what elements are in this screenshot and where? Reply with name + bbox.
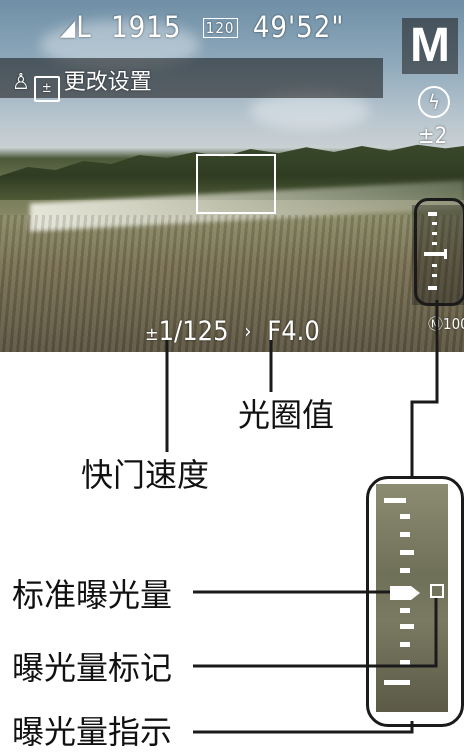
shutter-change-icon: ± <box>145 324 159 345</box>
movie-quality-icon: 120 <box>202 18 238 38</box>
af-frame <box>196 154 276 214</box>
shutter-speed-value: 1/125 <box>158 316 229 347</box>
arrow-icon: › <box>244 319 252 343</box>
flash-off-icon: ϟ <box>418 86 450 118</box>
camera-screen: ◢L 1915 120 49'52" ♙ ± 更改设置 M ϟ ±2 ±1/125 … <box>0 0 464 352</box>
camera-mode-icon: ♙ <box>12 70 30 95</box>
shots-remaining: 1915 <box>111 10 182 44</box>
shutter-speed-label: 快门速度 <box>81 456 210 494</box>
meter-enlargement-outline <box>366 476 464 727</box>
exposure-mark-label: 曝光量标记 <box>12 649 173 687</box>
aperture-value: F4.0 <box>267 316 320 347</box>
change-settings-label: 更改设置 <box>63 70 152 95</box>
exposure-indicator-label: 曝光量指示 <box>12 713 173 751</box>
shooting-mode-badge: M <box>402 18 458 74</box>
mode-settings: ♙ ± 更改设置 <box>12 64 152 102</box>
exposure-comp-icon: ± <box>33 76 60 102</box>
flash-comp-icon: ±2 <box>418 124 448 149</box>
standard-exposure-label: 标准曝光量 <box>12 576 173 614</box>
iso-value: Ⓜ100 <box>428 315 464 333</box>
meter-highlight-outline <box>414 198 464 306</box>
recording-time: 49'52" <box>252 10 345 44</box>
exposure-values: ±1/125 › F4.0 <box>145 316 320 347</box>
top-info-row: ◢L 1915 120 49'52" <box>60 10 344 44</box>
image-quality: L <box>76 10 92 44</box>
compression-icon: ◢ <box>60 16 77 41</box>
aperture-label: 光圈值 <box>238 396 335 434</box>
